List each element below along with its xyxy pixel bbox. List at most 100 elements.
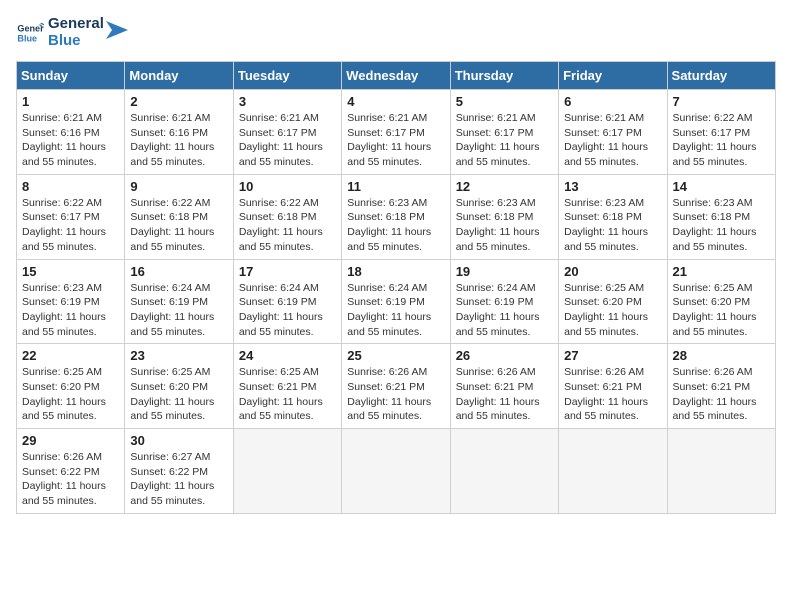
day-info: Sunrise: 6:26 AMSunset: 6:21 PMDaylight:… bbox=[347, 365, 444, 424]
day-info: Sunrise: 6:21 AMSunset: 6:16 PMDaylight:… bbox=[22, 111, 119, 170]
calendar-cell: 28 Sunrise: 6:26 AMSunset: 6:21 PMDaylig… bbox=[667, 344, 775, 429]
day-number: 23 bbox=[130, 348, 227, 363]
day-info: Sunrise: 6:25 AMSunset: 6:20 PMDaylight:… bbox=[22, 365, 119, 424]
day-number: 6 bbox=[564, 94, 661, 109]
logo-arrow-icon bbox=[106, 21, 128, 39]
calendar-header-friday: Friday bbox=[559, 62, 667, 90]
day-info: Sunrise: 6:21 AMSunset: 6:17 PMDaylight:… bbox=[564, 111, 661, 170]
day-number: 24 bbox=[239, 348, 336, 363]
day-number: 8 bbox=[22, 179, 119, 194]
day-info: Sunrise: 6:24 AMSunset: 6:19 PMDaylight:… bbox=[456, 281, 553, 340]
calendar-week-3: 15 Sunrise: 6:23 AMSunset: 6:19 PMDaylig… bbox=[17, 259, 776, 344]
day-info: Sunrise: 6:25 AMSunset: 6:21 PMDaylight:… bbox=[239, 365, 336, 424]
day-number: 2 bbox=[130, 94, 227, 109]
calendar-cell bbox=[559, 429, 667, 514]
calendar-cell: 22 Sunrise: 6:25 AMSunset: 6:20 PMDaylig… bbox=[17, 344, 125, 429]
day-info: Sunrise: 6:22 AMSunset: 6:17 PMDaylight:… bbox=[22, 196, 119, 255]
day-number: 27 bbox=[564, 348, 661, 363]
calendar-cell: 8 Sunrise: 6:22 AMSunset: 6:17 PMDayligh… bbox=[17, 174, 125, 259]
day-number: 11 bbox=[347, 179, 444, 194]
day-number: 29 bbox=[22, 433, 119, 448]
calendar-cell: 11 Sunrise: 6:23 AMSunset: 6:18 PMDaylig… bbox=[342, 174, 450, 259]
day-info: Sunrise: 6:22 AMSunset: 6:18 PMDaylight:… bbox=[130, 196, 227, 255]
day-number: 15 bbox=[22, 264, 119, 279]
calendar-cell bbox=[342, 429, 450, 514]
day-number: 26 bbox=[456, 348, 553, 363]
day-info: Sunrise: 6:21 AMSunset: 6:17 PMDaylight:… bbox=[347, 111, 444, 170]
day-number: 30 bbox=[130, 433, 227, 448]
calendar-week-2: 8 Sunrise: 6:22 AMSunset: 6:17 PMDayligh… bbox=[17, 174, 776, 259]
calendar-body: 1 Sunrise: 6:21 AMSunset: 6:16 PMDayligh… bbox=[17, 90, 776, 514]
calendar-header-wednesday: Wednesday bbox=[342, 62, 450, 90]
calendar-cell: 19 Sunrise: 6:24 AMSunset: 6:19 PMDaylig… bbox=[450, 259, 558, 344]
day-info: Sunrise: 6:23 AMSunset: 6:18 PMDaylight:… bbox=[347, 196, 444, 255]
day-number: 17 bbox=[239, 264, 336, 279]
calendar-header-saturday: Saturday bbox=[667, 62, 775, 90]
day-info: Sunrise: 6:24 AMSunset: 6:19 PMDaylight:… bbox=[239, 281, 336, 340]
calendar-cell: 7 Sunrise: 6:22 AMSunset: 6:17 PMDayligh… bbox=[667, 90, 775, 175]
calendar-cell: 6 Sunrise: 6:21 AMSunset: 6:17 PMDayligh… bbox=[559, 90, 667, 175]
day-number: 22 bbox=[22, 348, 119, 363]
logo-icon: General Blue bbox=[16, 19, 44, 47]
calendar-cell bbox=[667, 429, 775, 514]
calendar-cell: 17 Sunrise: 6:24 AMSunset: 6:19 PMDaylig… bbox=[233, 259, 341, 344]
calendar-cell: 13 Sunrise: 6:23 AMSunset: 6:18 PMDaylig… bbox=[559, 174, 667, 259]
calendar-cell: 9 Sunrise: 6:22 AMSunset: 6:18 PMDayligh… bbox=[125, 174, 233, 259]
calendar-cell: 26 Sunrise: 6:26 AMSunset: 6:21 PMDaylig… bbox=[450, 344, 558, 429]
day-number: 19 bbox=[456, 264, 553, 279]
calendar-cell: 15 Sunrise: 6:23 AMSunset: 6:19 PMDaylig… bbox=[17, 259, 125, 344]
day-info: Sunrise: 6:21 AMSunset: 6:17 PMDaylight:… bbox=[456, 111, 553, 170]
day-number: 28 bbox=[673, 348, 770, 363]
day-info: Sunrise: 6:26 AMSunset: 6:21 PMDaylight:… bbox=[456, 365, 553, 424]
day-info: Sunrise: 6:23 AMSunset: 6:18 PMDaylight:… bbox=[673, 196, 770, 255]
day-info: Sunrise: 6:23 AMSunset: 6:19 PMDaylight:… bbox=[22, 281, 119, 340]
calendar-cell: 10 Sunrise: 6:22 AMSunset: 6:18 PMDaylig… bbox=[233, 174, 341, 259]
day-info: Sunrise: 6:21 AMSunset: 6:16 PMDaylight:… bbox=[130, 111, 227, 170]
calendar-cell: 18 Sunrise: 6:24 AMSunset: 6:19 PMDaylig… bbox=[342, 259, 450, 344]
calendar-cell: 23 Sunrise: 6:25 AMSunset: 6:20 PMDaylig… bbox=[125, 344, 233, 429]
day-info: Sunrise: 6:24 AMSunset: 6:19 PMDaylight:… bbox=[130, 281, 227, 340]
day-info: Sunrise: 6:22 AMSunset: 6:18 PMDaylight:… bbox=[239, 196, 336, 255]
day-number: 13 bbox=[564, 179, 661, 194]
calendar-table: SundayMondayTuesdayWednesdayThursdayFrid… bbox=[16, 61, 776, 514]
day-info: Sunrise: 6:22 AMSunset: 6:17 PMDaylight:… bbox=[673, 111, 770, 170]
calendar-cell: 1 Sunrise: 6:21 AMSunset: 6:16 PMDayligh… bbox=[17, 90, 125, 175]
calendar-cell: 25 Sunrise: 6:26 AMSunset: 6:21 PMDaylig… bbox=[342, 344, 450, 429]
day-number: 20 bbox=[564, 264, 661, 279]
day-number: 25 bbox=[347, 348, 444, 363]
calendar-header-row: SundayMondayTuesdayWednesdayThursdayFrid… bbox=[17, 62, 776, 90]
calendar-cell: 24 Sunrise: 6:25 AMSunset: 6:21 PMDaylig… bbox=[233, 344, 341, 429]
calendar-cell: 4 Sunrise: 6:21 AMSunset: 6:17 PMDayligh… bbox=[342, 90, 450, 175]
day-number: 21 bbox=[673, 264, 770, 279]
calendar-header-tuesday: Tuesday bbox=[233, 62, 341, 90]
calendar-cell: 14 Sunrise: 6:23 AMSunset: 6:18 PMDaylig… bbox=[667, 174, 775, 259]
calendar-header-monday: Monday bbox=[125, 62, 233, 90]
day-info: Sunrise: 6:23 AMSunset: 6:18 PMDaylight:… bbox=[564, 196, 661, 255]
day-info: Sunrise: 6:23 AMSunset: 6:18 PMDaylight:… bbox=[456, 196, 553, 255]
day-info: Sunrise: 6:26 AMSunset: 6:21 PMDaylight:… bbox=[564, 365, 661, 424]
day-number: 7 bbox=[673, 94, 770, 109]
day-number: 3 bbox=[239, 94, 336, 109]
calendar-header-thursday: Thursday bbox=[450, 62, 558, 90]
day-number: 16 bbox=[130, 264, 227, 279]
day-info: Sunrise: 6:24 AMSunset: 6:19 PMDaylight:… bbox=[347, 281, 444, 340]
day-info: Sunrise: 6:21 AMSunset: 6:17 PMDaylight:… bbox=[239, 111, 336, 170]
day-info: Sunrise: 6:26 AMSunset: 6:22 PMDaylight:… bbox=[22, 450, 119, 509]
day-number: 14 bbox=[673, 179, 770, 194]
day-number: 4 bbox=[347, 94, 444, 109]
day-info: Sunrise: 6:25 AMSunset: 6:20 PMDaylight:… bbox=[673, 281, 770, 340]
calendar-cell: 27 Sunrise: 6:26 AMSunset: 6:21 PMDaylig… bbox=[559, 344, 667, 429]
logo: General Blue General Blue bbox=[16, 16, 128, 49]
day-number: 18 bbox=[347, 264, 444, 279]
day-info: Sunrise: 6:26 AMSunset: 6:21 PMDaylight:… bbox=[673, 365, 770, 424]
calendar-cell bbox=[233, 429, 341, 514]
calendar-cell: 21 Sunrise: 6:25 AMSunset: 6:20 PMDaylig… bbox=[667, 259, 775, 344]
calendar-week-4: 22 Sunrise: 6:25 AMSunset: 6:20 PMDaylig… bbox=[17, 344, 776, 429]
calendar-week-1: 1 Sunrise: 6:21 AMSunset: 6:16 PMDayligh… bbox=[17, 90, 776, 175]
calendar-cell: 30 Sunrise: 6:27 AMSunset: 6:22 PMDaylig… bbox=[125, 429, 233, 514]
calendar-cell: 20 Sunrise: 6:25 AMSunset: 6:20 PMDaylig… bbox=[559, 259, 667, 344]
day-number: 1 bbox=[22, 94, 119, 109]
day-info: Sunrise: 6:25 AMSunset: 6:20 PMDaylight:… bbox=[130, 365, 227, 424]
calendar-cell: 5 Sunrise: 6:21 AMSunset: 6:17 PMDayligh… bbox=[450, 90, 558, 175]
svg-text:Blue: Blue bbox=[17, 33, 37, 43]
